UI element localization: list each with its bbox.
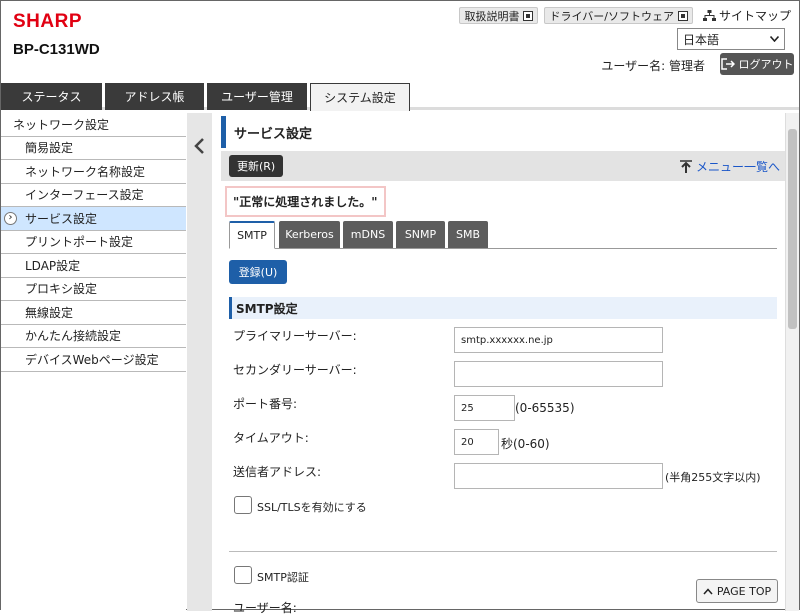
sidebar-collapse-button[interactable] [187,113,212,611]
tab-kerberos[interactable]: Kerberos [279,221,340,248]
sidebar-item-print-port[interactable]: プリントポート設定 [1,231,186,254]
tab-mdns[interactable]: mDNS [343,221,393,248]
tab-user-management[interactable]: ユーザー管理 [207,83,307,110]
tab-snmp[interactable]: SNMP [396,221,445,248]
timeout-label: タイムアウト: [233,431,309,445]
logout-label: ログアウト [738,58,794,71]
ssl-tls-checkbox[interactable] [234,496,252,514]
user-name: ユーザー名: 管理者 [601,59,705,73]
ssl-tls-label: SSL/TLSを有効にする [257,501,367,514]
main-tabs: ステータス アドレス帳 ユーザー管理 システム設定 [1,83,799,111]
port-range: (0-65535) [515,401,575,415]
external-link-icon [523,10,534,21]
menu-list-link[interactable]: メニュー一覧へ [679,158,780,175]
sidebar-item-wireless[interactable]: 無線設定 [1,301,186,325]
logout-icon [720,58,735,70]
external-link-icon [677,10,688,21]
smtp-auth-checkbox[interactable] [234,566,252,584]
tab-address-book[interactable]: アドレス帳 [105,83,204,110]
secondary-server-label: セカンダリーサーバー: [233,363,357,377]
model-name: BP-C131WD [13,41,100,58]
sender-address-label: 送信者アドレス: [233,465,322,479]
language-value: 日本語 [683,32,720,47]
port-label: ポート番号: [233,397,298,411]
sidebar-item-network-name[interactable]: ネットワーク名称設定 [1,160,186,184]
chevron-left-icon [194,138,204,154]
top-links: 取扱説明書 ドライバー/ソフトウェア サイトマップ [459,7,791,24]
smtp-auth-label: SMTP認証 [257,571,309,584]
sidebar-item-easy-connect[interactable]: かんたん接続設定 [1,325,186,348]
chevron-up-icon [703,587,713,594]
primary-server-label: プライマリーサーバー: [233,329,357,343]
driver-link-label: ドライバー/ソフトウェア [549,9,674,23]
toolbar: 更新(R) メニュー一覧へ [221,151,786,181]
register-button[interactable]: 登録(U) [229,260,287,284]
sidebar-item-network[interactable]: ネットワーク設定 [1,113,186,137]
page-top-button[interactable]: PAGE TOP [696,579,778,603]
primary-server-input[interactable]: smtp.xxxxxx.ne.jp [454,327,663,353]
tab-status[interactable]: ステータス [1,83,102,110]
section-divider [229,551,777,552]
tab-smtp[interactable]: SMTP [229,221,275,249]
sitemap-label: サイトマップ [718,9,791,23]
driver-link[interactable]: ドライバー/ソフトウェア [544,7,693,24]
smtp-section-header: SMTP設定 [229,297,777,319]
sender-address-input[interactable] [454,463,663,489]
page-top-label: PAGE TOP [716,584,772,598]
logout-button[interactable]: ログアウト [720,53,794,75]
chevron-down-icon [770,36,779,42]
language-select[interactable]: 日本語 [677,28,785,50]
status-message: "正常に処理されました。" [225,186,386,217]
sidebar: ネットワーク設定 簡易設定 ネットワーク名称設定 インターフェース設定 サービス… [1,113,186,611]
service-tabs: SMTP Kerberos mDNS SNMP SMB [229,221,777,249]
sitemap-icon [702,9,716,21]
sitemap-link[interactable]: サイトマップ [702,7,791,24]
secondary-server-input[interactable] [454,361,663,387]
main-content: サービス設定 更新(R) メニュー一覧へ "正常に処理されました。" SMTP … [221,113,786,615]
sidebar-item-ldap[interactable]: LDAP設定 [1,254,186,278]
manual-link-label: 取扱説明書 [464,9,520,23]
vertical-scrollbar[interactable] [785,113,799,611]
refresh-button[interactable]: 更新(R) [229,155,284,177]
timeout-input[interactable]: 20 [454,429,499,455]
tab-system-settings[interactable]: システム設定 [310,83,410,111]
page-title: サービス設定 [221,116,786,148]
port-input[interactable]: 25 [454,395,515,421]
manual-link[interactable]: 取扱説明書 [459,7,539,24]
menu-return-icon [679,159,692,173]
sidebar-item-easy-setup[interactable]: 簡易設定 [1,137,186,160]
tab-smb[interactable]: SMB [448,221,488,248]
sidebar-item-device-web[interactable]: デバイスWebページ設定 [1,348,186,372]
sidebar-item-proxy[interactable]: プロキシ設定 [1,278,186,301]
brand-logo: SHARP [13,11,83,32]
scrollbar-thumb[interactable] [788,129,797,329]
sidebar-item-services[interactable]: サービス設定 [1,207,186,231]
timeout-range: 秒(0-60) [501,437,550,451]
menu-list-label: メニュー一覧へ [695,160,780,174]
sender-address-hint: (半角255文字以内) [665,471,761,484]
sidebar-item-interface[interactable]: インターフェース設定 [1,184,186,207]
username-label: ユーザー名: [233,601,297,615]
